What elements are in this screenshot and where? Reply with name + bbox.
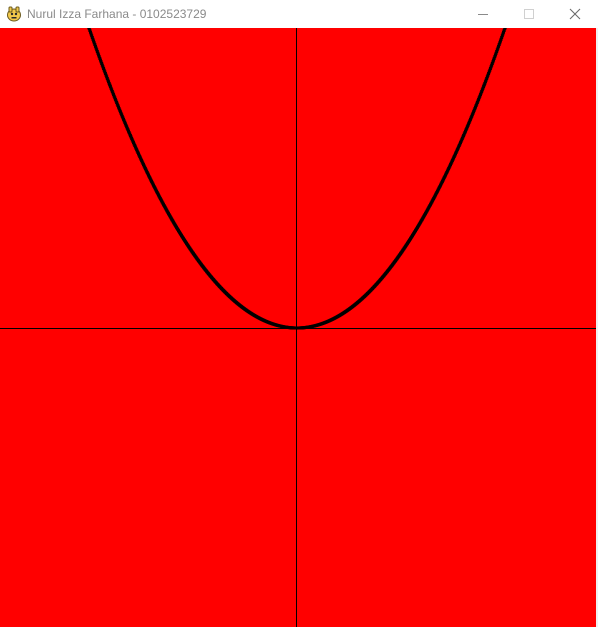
data-point (399, 251, 403, 255)
title-bar[interactable]: Nurul Izza Farhana - 0102523729 (0, 0, 598, 28)
maximize-button[interactable] (506, 0, 552, 28)
plot-svg (0, 28, 596, 627)
data-point (274, 323, 278, 327)
data-point (378, 278, 382, 282)
data-point (461, 134, 465, 138)
data-point (212, 278, 216, 282)
data-point (108, 83, 112, 87)
close-button[interactable] (552, 0, 598, 28)
data-point (129, 134, 133, 138)
data-point (420, 218, 424, 222)
minimize-icon (478, 14, 488, 15)
data-point (191, 251, 195, 255)
minimize-button[interactable] (460, 0, 506, 28)
app-window: Nurul Izza Farhana - 0102523729 (0, 0, 598, 627)
data-point (149, 179, 153, 183)
close-icon (569, 8, 581, 20)
pygame-snake-icon (6, 5, 22, 22)
data-point (482, 83, 486, 87)
data-point (253, 314, 257, 318)
data-point (441, 179, 445, 183)
maximize-icon (524, 9, 534, 19)
data-point (170, 218, 174, 222)
data-point (233, 299, 237, 303)
data-point (316, 323, 320, 327)
data-point (337, 314, 341, 318)
data-point (357, 299, 361, 303)
plot-canvas[interactable] (0, 28, 596, 627)
window-title: Nurul Izza Farhana - 0102523729 (27, 7, 207, 21)
data-point (295, 326, 299, 330)
